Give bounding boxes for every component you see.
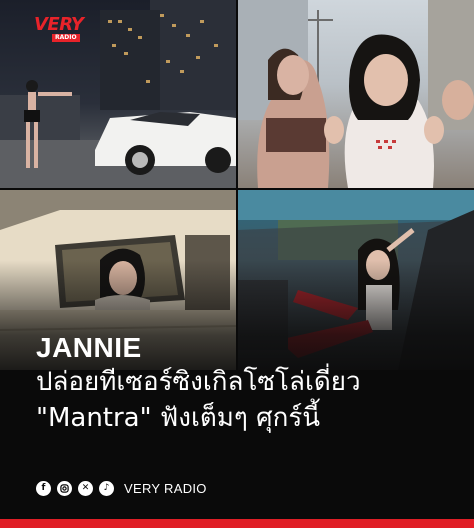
headline-line-1: ปล่อยทีเซอร์ซิงเกิลโซโล่เดี่ยว <box>36 367 361 397</box>
artist-name: JANNIE <box>36 332 142 363</box>
brand-name: VERY RADIO <box>124 480 207 496</box>
dancers-illustration <box>238 0 474 188</box>
very-radio-logo: VERY RADIO <box>34 14 98 44</box>
social-footer: f ✕ ♪ VERY RADIO <box>36 478 207 498</box>
tiktok-icon[interactable]: ♪ <box>99 480 114 496</box>
accent-bar <box>0 519 474 528</box>
logo-subtext: RADIO <box>52 34 80 42</box>
facebook-icon[interactable]: f <box>36 480 51 496</box>
photo-dancers <box>238 0 474 188</box>
headline-line-2: "Mantra" ฟังเต็มๆ ศุกร์นี้ <box>36 403 321 433</box>
logo-wordmark: VERY <box>34 14 84 35</box>
headline-block: JANNIE ปล่อยทีเซอร์ซิงเกิลโซโล่เดี่ยว "M… <box>36 332 456 436</box>
x-icon[interactable]: ✕ <box>78 480 93 496</box>
instagram-icon[interactable] <box>57 480 72 496</box>
